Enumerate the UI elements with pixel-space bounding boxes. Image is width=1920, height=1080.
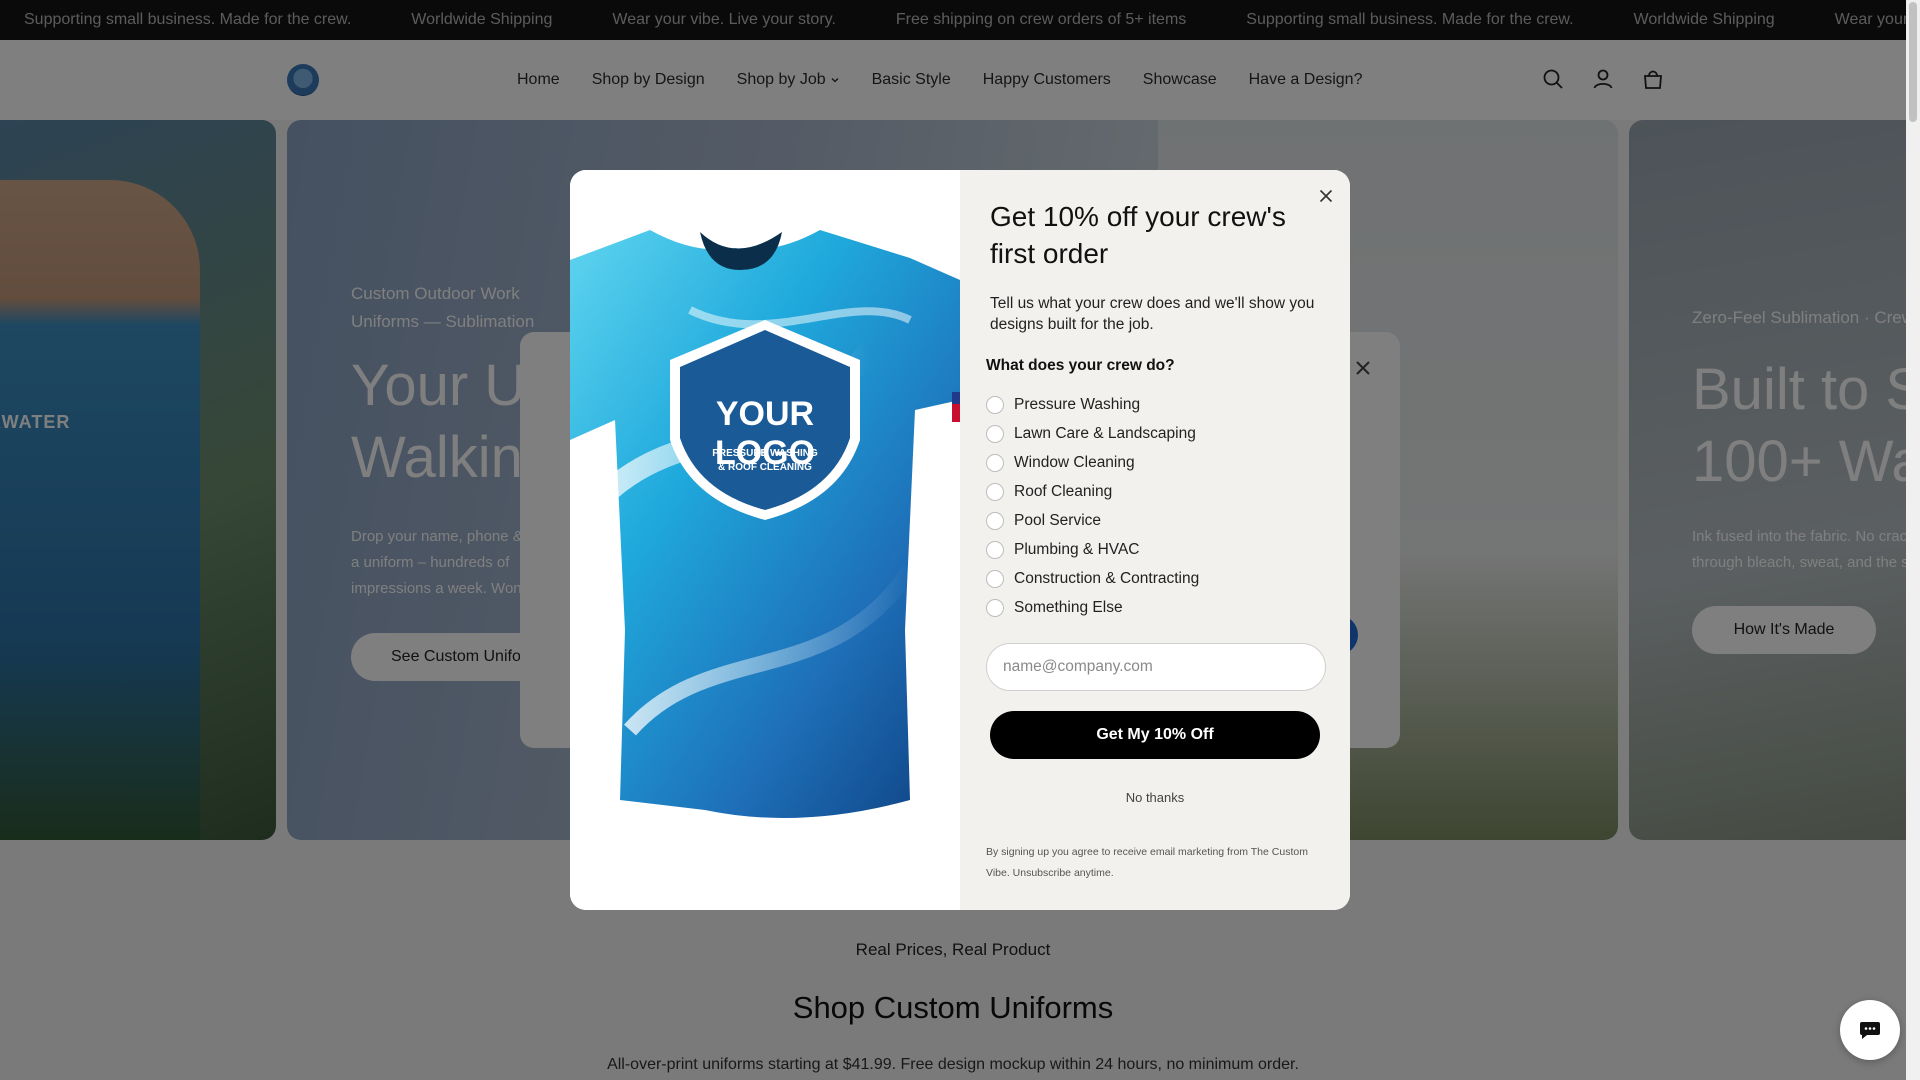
option-label: Lawn Care & Landscaping (1014, 424, 1196, 442)
option-label: Pool Service (1014, 511, 1102, 529)
option-label: Pressure Washing (1014, 395, 1141, 413)
radio-button[interactable] (986, 453, 1004, 472)
crew-question-label: What does your crew do? (986, 357, 1175, 374)
shirt-logo-sub-1: PRESSURE WASHING (712, 448, 818, 459)
close-icon[interactable] (1314, 184, 1338, 208)
background-modal-close-icon[interactable] (1352, 357, 1374, 379)
option-construction[interactable]: Construction & Contracting (986, 564, 1199, 593)
tshirt-illustration (570, 230, 960, 818)
option-window-cleaning[interactable]: Window Cleaning (986, 448, 1199, 477)
discount-popup: YOUR LOGO PRESSURE WASHING & ROOF CLEANI… (570, 170, 1350, 910)
email-field[interactable] (986, 643, 1326, 691)
legal-disclaimer: By signing up you agree to receive email… (986, 846, 1308, 879)
radio-button[interactable] (986, 511, 1004, 530)
popup-product-image: YOUR LOGO PRESSURE WASHING & ROOF CLEANI… (570, 170, 960, 910)
popup-description: Tell us what your crew does and we'll sh… (990, 295, 1315, 333)
option-pressure-washing[interactable]: Pressure Washing (986, 390, 1199, 419)
no-thanks-link[interactable]: No thanks (990, 790, 1320, 805)
radio-button[interactable] (986, 540, 1004, 559)
shirt-logo-sub-2: & ROOF CLEANING (718, 462, 812, 473)
option-something-else[interactable]: Something Else (986, 593, 1199, 622)
radio-button[interactable] (986, 598, 1004, 617)
chat-bubble-icon (1860, 1022, 1880, 1039)
option-label: Plumbing & HVAC (1014, 540, 1140, 558)
option-pool-service[interactable]: Pool Service (986, 506, 1199, 535)
get-discount-button[interactable]: Get My 10% Off (990, 711, 1320, 759)
radio-button[interactable] (986, 482, 1004, 501)
page-scrollbar[interactable] (1906, 0, 1920, 1080)
radio-button[interactable] (986, 424, 1004, 443)
scrollbar-thumb[interactable] (1909, 2, 1917, 122)
crew-options: Pressure Washing Lawn Care & Landscaping… (986, 390, 1199, 622)
option-label: Roof Cleaning (1014, 482, 1113, 500)
option-label: Window Cleaning (1014, 453, 1135, 471)
option-lawn-care[interactable]: Lawn Care & Landscaping (986, 419, 1199, 448)
chat-widget-button[interactable] (1840, 1000, 1900, 1060)
option-label: Construction & Contracting (1014, 569, 1200, 587)
option-roof-cleaning[interactable]: Roof Cleaning (986, 477, 1199, 506)
radio-button[interactable] (986, 395, 1004, 414)
radio-button[interactable] (986, 569, 1004, 588)
option-plumbing-hvac[interactable]: Plumbing & HVAC (986, 535, 1199, 564)
option-label: Something Else (1014, 598, 1123, 616)
popup-title: Get 10% off your crew's first order (990, 201, 1286, 269)
